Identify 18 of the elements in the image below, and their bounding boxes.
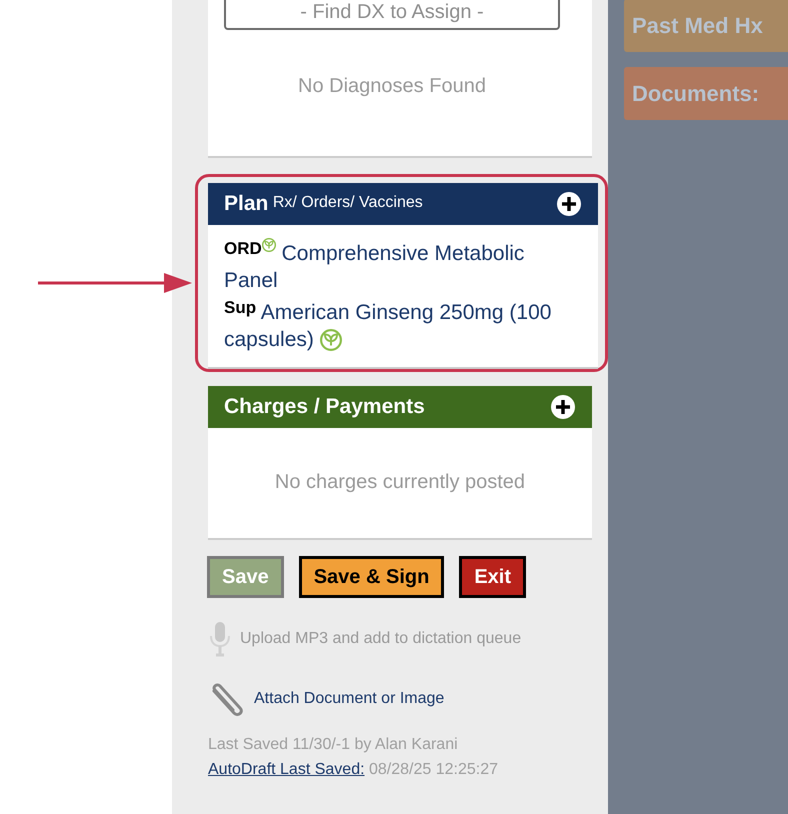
sign-button[interactable]: Save & Sign (298, 556, 444, 598)
leaf-icon (262, 238, 276, 252)
plan-item[interactable]: $^{ORD}$ Comprehensive Metabolic Panel (224, 235, 582, 294)
autodraft-time: 08/28/25 12:25:27 (368, 761, 498, 778)
attach-link[interactable]: Attach Document or Image (254, 690, 444, 708)
plan-title: Plan Rx/ Orders/ Vaccines (224, 192, 423, 216)
find-dx-field[interactable]: - Find DX to Assign - (224, 0, 560, 30)
last-saved-text: Last Saved 11/30/-1 by Alan Karani (208, 735, 459, 755)
plan-item[interactable]: $^{Sup}$ American Ginseng 250mg (100 capsules) (224, 294, 582, 353)
empty-message: No Diagnoses Found (298, 75, 486, 98)
add-icon[interactable] (550, 394, 576, 420)
exit-button[interactable]: Exit (459, 556, 526, 598)
leaf-icon (320, 329, 342, 352)
autodraft-link[interactable]: AutoDraft Last Saved: (208, 761, 365, 778)
microphone-icon (208, 621, 232, 657)
empty-message: No charges currently posted (274, 470, 526, 495)
add-icon[interactable] (556, 191, 582, 217)
charges-title: Charges / Payments (224, 395, 425, 419)
